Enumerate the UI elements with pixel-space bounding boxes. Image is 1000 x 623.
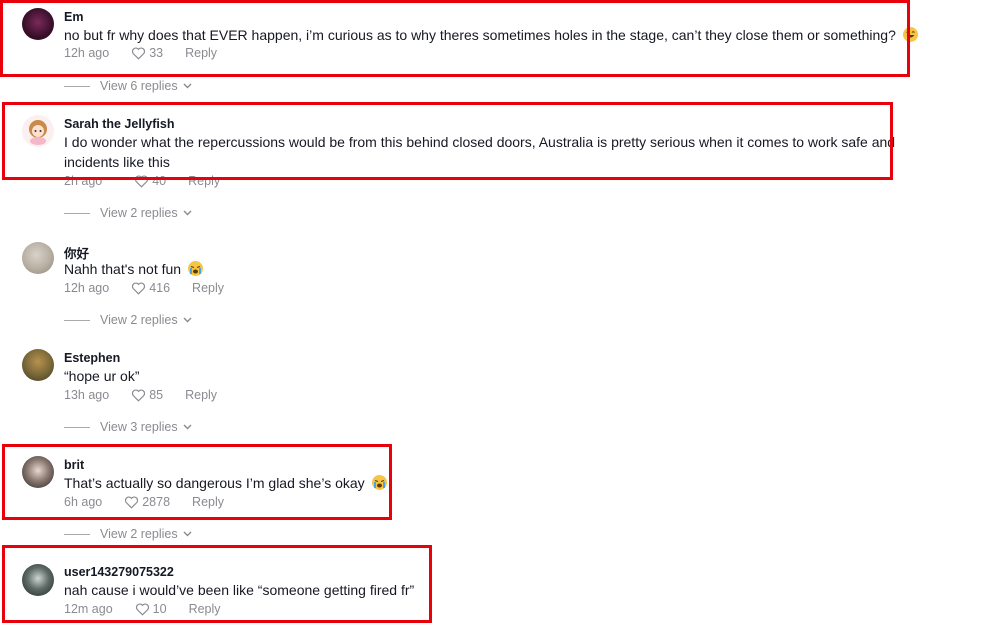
chevron-down-icon bbox=[183, 531, 192, 537]
comment-text-content: Nahh that's not fun bbox=[64, 261, 182, 277]
divider bbox=[64, 533, 90, 535]
view-replies-label: View 6 replies bbox=[100, 79, 178, 93]
heart-outline-icon bbox=[132, 281, 146, 295]
comment-username[interactable]: Estephen bbox=[64, 351, 120, 365]
reply-button[interactable]: Reply bbox=[192, 281, 224, 295]
crying-emoji-icon bbox=[187, 261, 203, 276]
divider bbox=[64, 85, 90, 87]
chevron-down-icon bbox=[183, 210, 192, 216]
chevron-down-icon bbox=[183, 83, 192, 89]
view-replies-label: View 2 replies bbox=[100, 527, 178, 541]
view-replies-button[interactable]: View 6 replies bbox=[64, 79, 192, 93]
highlight-box bbox=[0, 0, 910, 77]
avatar[interactable] bbox=[22, 349, 54, 381]
view-replies-button[interactable]: View 2 replies bbox=[64, 313, 192, 327]
like-count: 85 bbox=[149, 388, 164, 402]
divider bbox=[64, 212, 90, 214]
comment-time: 12h ago bbox=[64, 281, 110, 295]
avatar[interactable] bbox=[22, 242, 54, 274]
view-replies-button[interactable]: View 3 replies bbox=[64, 420, 192, 434]
view-replies-label: View 2 replies bbox=[100, 206, 178, 220]
comment-meta: 12h ago 416 Reply bbox=[64, 281, 224, 295]
view-replies-label: View 2 replies bbox=[100, 313, 178, 327]
view-replies-button[interactable]: View 2 replies bbox=[64, 206, 192, 220]
chevron-down-icon bbox=[183, 424, 192, 430]
comment-text: Nahh that's not fun bbox=[64, 259, 203, 279]
view-replies-button[interactable]: View 2 replies bbox=[64, 527, 192, 541]
comment-meta: 13h ago 85 Reply bbox=[64, 388, 217, 402]
heart-outline-icon bbox=[132, 388, 146, 402]
highlight-box bbox=[2, 102, 893, 180]
like-button[interactable]: 416 bbox=[131, 281, 170, 295]
chevron-down-icon bbox=[183, 317, 192, 323]
view-replies-label: View 3 replies bbox=[100, 420, 178, 434]
comment-time: 13h ago bbox=[64, 388, 110, 402]
divider bbox=[64, 319, 90, 321]
divider bbox=[64, 426, 90, 428]
highlight-box bbox=[2, 444, 392, 520]
comment-text: “hope ur ok” bbox=[64, 368, 140, 384]
highlight-box bbox=[2, 545, 432, 623]
reply-button[interactable]: Reply bbox=[185, 388, 217, 402]
like-count: 416 bbox=[149, 281, 171, 295]
like-button[interactable]: 85 bbox=[131, 388, 163, 402]
